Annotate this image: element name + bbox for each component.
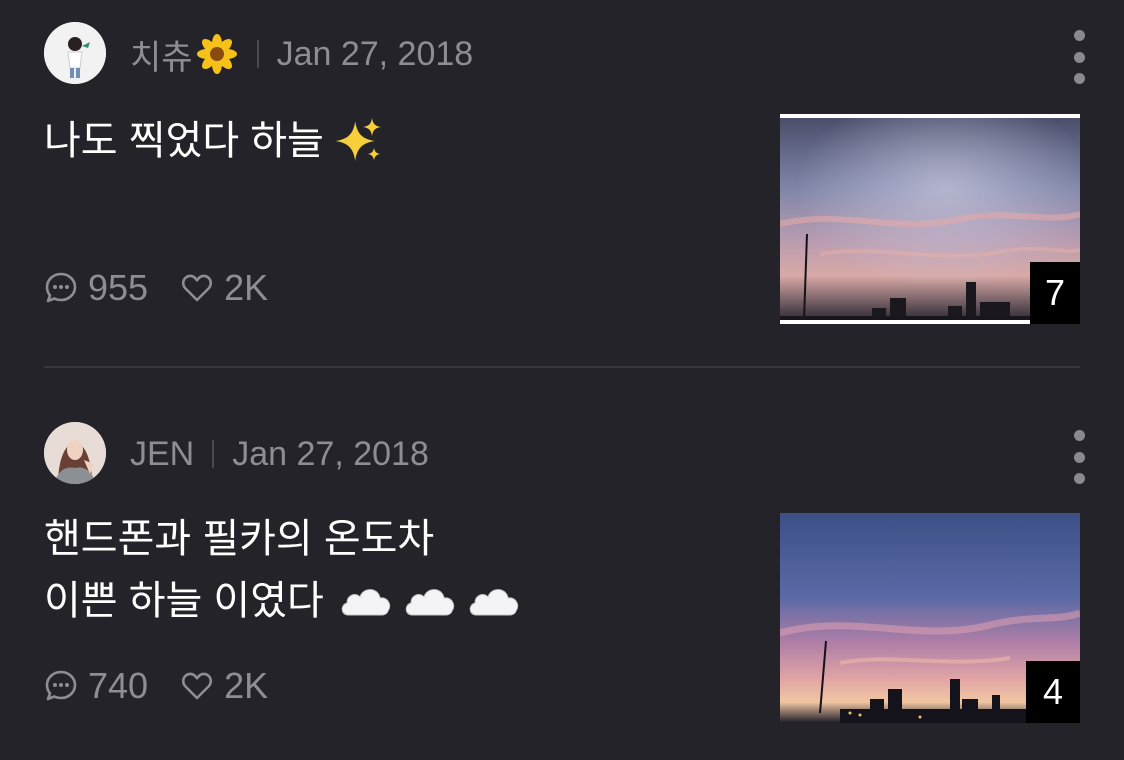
meta-separator [212,440,215,468]
post-card[interactable]: JEN Jan 27, 2018 핸드폰과 필카의 온도차 이쁜 하늘 이였다 [0,368,1124,760]
post-date: Jan 27, 2018 [276,34,474,73]
post-photo-thumbnail[interactable]: 7 [780,114,1080,324]
post-meta: 치츄 Jan 27, 2018 [130,34,474,77]
cloud-emoji-icon [469,589,518,616]
post-text-line: 이쁜 하늘 이였다 [44,579,324,623]
heart-icon[interactable] [180,271,214,305]
comment-icon[interactable] [44,669,78,703]
more-options-icon[interactable] [1068,430,1090,484]
cloud-emoji-icon [341,589,390,616]
post-text-line: 나도 찍었다 하늘 [44,119,324,163]
sunflower-emoji-icon [196,34,237,74]
post-meta: JEN Jan 27, 2018 [130,434,429,474]
heart-icon[interactable] [180,669,214,703]
more-options-icon[interactable] [1068,30,1090,84]
sparkles-emoji-icon [335,118,381,161]
like-count[interactable]: 2K [224,665,268,707]
post-photo-thumbnail[interactable]: 4 [780,513,1080,723]
cloud-emoji-icon [405,589,454,616]
photo-count-badge: 4 [1026,661,1080,723]
post-text: 나도 찍었다 하늘 [44,110,384,172]
author-avatar[interactable] [44,22,106,84]
like-count[interactable]: 2K [224,267,268,309]
post-card[interactable]: 치츄 Jan 27, 2018 나도 찍었다 하늘 955 2K 7 [0,0,1124,368]
photo-count-badge: 7 [1030,262,1080,324]
author-name[interactable]: JEN [130,435,194,474]
post-text: 핸드폰과 필카의 온도차 이쁜 하늘 이였다 [44,508,522,632]
author-avatar[interactable] [44,422,106,484]
post-text-line: 핸드폰과 필카의 온도차 [44,517,435,561]
post-date: Jan 27, 2018 [232,434,429,473]
comment-count[interactable]: 955 [88,267,148,309]
comment-icon[interactable] [44,271,78,305]
post-stats: 740 2K [44,665,268,707]
meta-separator [256,40,259,68]
post-stats: 955 2K [44,267,268,309]
comment-count[interactable]: 740 [88,665,148,707]
author-name[interactable]: 치츄 [130,30,193,79]
